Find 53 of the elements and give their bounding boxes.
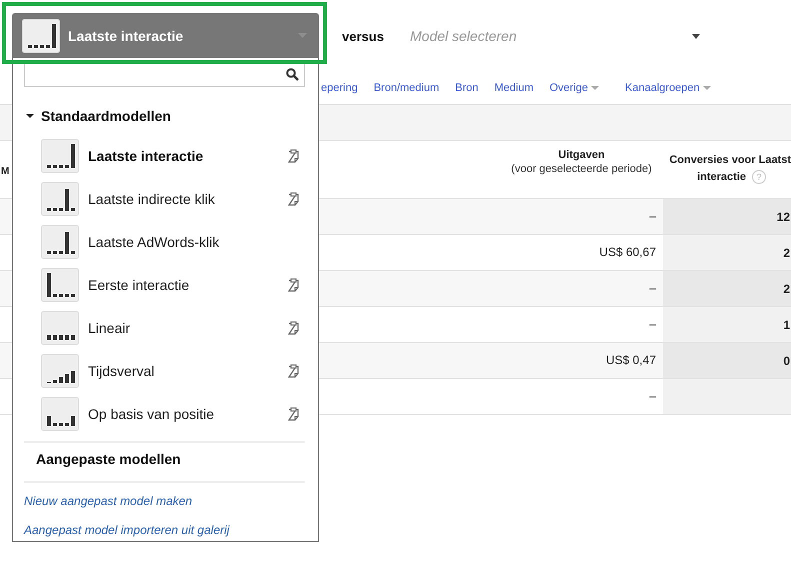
model-option[interactable]: Laatste indirecte klik	[24, 177, 305, 220]
collapse-icon[interactable]	[26, 112, 34, 120]
section-title: Standaardmodellen	[41, 108, 171, 124]
copy-icon[interactable]	[288, 278, 299, 292]
table-cell-text: –	[648, 316, 657, 333]
dimension-link[interactable]: Medium	[494, 82, 534, 94]
menu-link[interactable]: Nieuw aangepast model maken	[24, 490, 192, 512]
copy-icon[interactable]	[288, 192, 299, 206]
copy-icon[interactable]	[288, 148, 299, 163]
column-header: M	[1, 166, 10, 177]
bar-chart-icon	[41, 310, 79, 345]
model-option[interactable]: Laatste AdWords-klik	[24, 220, 305, 264]
table-cell-text: –	[648, 280, 657, 297]
model-option[interactable]: Lineair	[24, 306, 305, 350]
column-header: Conversies voor Laatst	[669, 154, 791, 166]
bar-chart-icon	[41, 138, 79, 173]
versus-label: versus	[342, 28, 385, 44]
table-cell: 1	[663, 307, 791, 342]
column-subheader: (voor geselecteerde periode)	[511, 163, 652, 175]
table-cell: 2	[663, 271, 791, 306]
table-cell-text: –	[648, 208, 657, 225]
bar-chart-icon	[41, 182, 79, 216]
bar-chart-icon	[41, 396, 79, 431]
copy-icon[interactable]	[288, 406, 299, 421]
model-option[interactable]: Laatste interactie	[24, 134, 305, 178]
table-cell-text: –	[648, 388, 657, 405]
bar-chart-icon	[22, 18, 60, 52]
bar-chart-icon	[41, 354, 79, 388]
table-cell-text: US$ 0,47	[604, 352, 657, 369]
model-option[interactable]: Tijdsverval	[24, 349, 305, 392]
table-cell: 0	[663, 343, 791, 378]
bar-chart-icon	[41, 224, 79, 259]
menu-link[interactable]: Aangepast model importeren uit galerij	[24, 519, 230, 541]
dimension-link[interactable]: Bron/medium	[374, 82, 440, 94]
dimension-link[interactable]: Bron	[455, 82, 478, 94]
table-cell-text: US$ 60,67	[598, 244, 657, 261]
caret-icon	[692, 34, 700, 38]
column-header: interactie	[697, 171, 746, 183]
model-option[interactable]: Eerste interactie	[24, 263, 305, 306]
table-cell: 12	[663, 199, 791, 234]
column-header: Uitgaven	[558, 149, 605, 161]
model-option[interactable]: Op basis van positie	[24, 392, 305, 436]
dimension-link[interactable]: Overige	[550, 82, 600, 94]
copy-icon[interactable]	[288, 320, 299, 335]
copy-icon[interactable]	[288, 364, 299, 378]
section-title: Aangepaste modellen	[35, 450, 182, 470]
search-field[interactable]	[24, 62, 305, 88]
bar-chart-icon	[41, 268, 79, 302]
table-cell: 2	[663, 235, 791, 270]
dimension-link[interactable]: epering	[321, 82, 358, 94]
model-dropdown[interactable]: Laatste interactie	[12, 13, 319, 58]
search-icon	[286, 68, 299, 82]
dimension-link[interactable]: Kanaalgroepen	[625, 82, 711, 94]
